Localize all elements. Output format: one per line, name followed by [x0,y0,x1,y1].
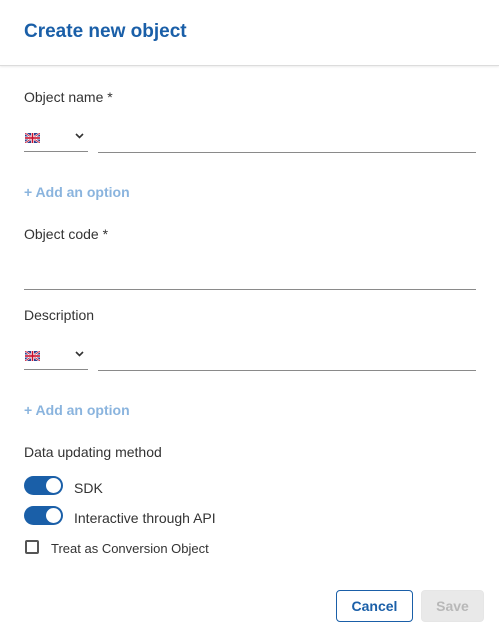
object-code-input[interactable] [24,270,476,290]
uk-flag-icon [25,133,40,143]
dialog-title: Create new object [24,21,187,42]
chevron-down-icon [75,351,84,357]
object-name-language-select[interactable] [24,133,88,152]
description-language-select[interactable] [24,351,88,370]
description-input[interactable] [98,352,476,371]
uk-flag-icon [25,351,40,361]
chevron-down-icon [75,133,84,139]
description-label: Description [24,307,95,323]
object-name-input[interactable] [98,134,476,153]
object-name-label: Object name * [24,89,113,105]
description-add-option-link[interactable]: + Add an option [24,402,130,418]
conversion-object-label: Treat as Conversion Object [51,541,209,556]
cancel-button[interactable]: Cancel [336,590,413,622]
dialog-header: Create new object [0,0,499,66]
api-toggle-label: Interactive through API [74,510,216,526]
object-name-add-option-link[interactable]: + Add an option [24,184,130,200]
data-updating-label: Data updating method [24,444,162,460]
sdk-toggle[interactable] [24,476,63,495]
toggle-knob [46,508,61,523]
save-button[interactable]: Save [421,590,484,622]
sdk-toggle-label: SDK [74,480,103,496]
toggle-knob [46,478,61,493]
object-code-label: Object code * [24,226,109,242]
conversion-object-checkbox[interactable] [25,540,39,554]
api-toggle[interactable] [24,506,63,525]
